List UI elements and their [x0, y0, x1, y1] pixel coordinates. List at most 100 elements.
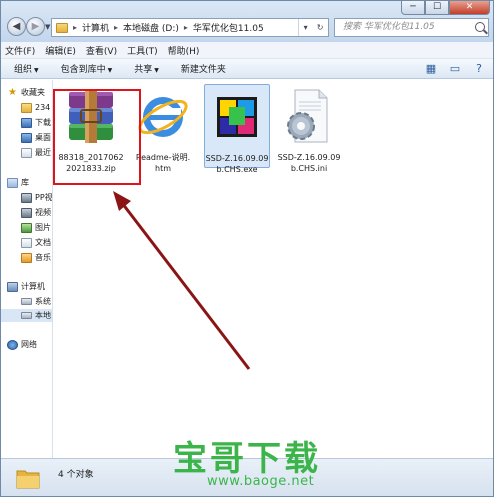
nav-item-label: 图片 [35, 223, 51, 232]
nav-videos[interactable]: 视频 [21, 206, 51, 219]
nav-pictures[interactable]: 图片 [21, 221, 51, 234]
maximize-button[interactable]: ☐ [425, 1, 449, 15]
address-actions: ▾ ↻ [298, 19, 328, 36]
help-icon[interactable]: ? [471, 61, 487, 76]
view-options-icon[interactable]: ▦ [423, 61, 439, 76]
menu-edit[interactable]: 编辑(E) [45, 44, 76, 57]
preview-pane-icon[interactable]: ▭ [447, 61, 463, 76]
refresh-icon[interactable]: ↻ [317, 23, 324, 32]
nav-item-label: PP视 [35, 193, 53, 202]
library-icon [7, 177, 18, 188]
menu-file[interactable]: 文件(F) [5, 44, 35, 57]
breadcrumb-local-disk[interactable]: 本地磁盘 (D:) [123, 21, 179, 34]
ssd-z-app-icon [217, 97, 257, 137]
file-name-line: Readme-说明. [135, 153, 191, 162]
internet-explorer-icon [138, 97, 188, 137]
menu-help[interactable]: 帮助(H) [168, 44, 200, 57]
breadcrumb-separator[interactable]: ▸ [73, 23, 77, 32]
file-item-ini[interactable]: SSD-Z.16.09.09 b.CHS.ini [276, 86, 342, 174]
chevron-down-icon: ▼ [107, 67, 113, 74]
window-controls: ─ ☐ ✕ [401, 1, 490, 15]
nav-favorites[interactable]: ★ 收藏夹 [7, 86, 45, 99]
chevron-down-icon: ▼ [34, 67, 39, 74]
nav-item-label: 本地 [35, 311, 51, 320]
address-strip: ◀ ▶ ▼ ▸ 计算机 ▸ 本地磁盘 (D:) ▸ 华军优化包11.05 ▾ ↻… [1, 1, 493, 42]
nav-fav-item[interactable]: 234 [21, 101, 50, 114]
menu-view[interactable]: 查看(V) [86, 44, 117, 57]
share-button[interactable]: 共享 ▼ [134, 62, 159, 75]
menu-tools[interactable]: 工具(T) [127, 44, 158, 57]
music-library-icon [21, 252, 32, 263]
computer-icon [7, 281, 18, 292]
include-in-library-button[interactable]: 包含到库中 ▼ [61, 62, 113, 75]
folder-icon [21, 102, 32, 113]
breadcrumb-computer[interactable]: 计算机 [82, 21, 109, 34]
nav-favorites-label: 收藏夹 [21, 88, 45, 97]
back-button[interactable]: ◀ [7, 17, 26, 36]
recent-places-icon [21, 147, 32, 158]
explorer-window: ◀ ▶ ▼ ▸ 计算机 ▸ 本地磁盘 (D:) ▸ 华军优化包11.05 ▾ ↻… [0, 0, 494, 497]
organize-label: 组织 [14, 65, 33, 75]
video-library-icon [21, 192, 32, 203]
address-bar[interactable]: ▸ 计算机 ▸ 本地磁盘 (D:) ▸ 华军优化包11.05 ▾ ↻ [51, 18, 329, 37]
view-controls: ▦ ▭ ? [423, 61, 487, 76]
close-button[interactable]: ✕ [449, 1, 490, 15]
hard-drive-icon [21, 298, 32, 305]
hard-drive-icon [21, 312, 32, 319]
menu-bar: 文件(F) 编辑(E) 查看(V) 工具(T) 帮助(H) [1, 42, 493, 59]
search-input[interactable]: 搜索 华军优化包11.05 [334, 18, 489, 37]
nav-music[interactable]: 音乐 [21, 251, 51, 264]
file-name: SSD-Z.16.09.09 b.CHS.ini [276, 152, 342, 174]
file-name-line: b.CHS.ini [290, 164, 328, 173]
nav-system-drive[interactable]: 系统 [21, 295, 51, 308]
ini-settings-file-icon [287, 89, 328, 143]
nav-computer[interactable]: 计算机 [7, 280, 45, 293]
item-count: 4 个对象 [58, 470, 94, 480]
file-item-exe[interactable]: SSD-Z.16.09.09 b.CHS.exe [204, 84, 270, 174]
nav-recent[interactable]: 最近 [21, 146, 51, 159]
nav-item-label: 系统 [35, 297, 51, 306]
nav-local-disk[interactable]: 本地 [1, 309, 52, 322]
nav-item-label: 234 [35, 103, 51, 112]
file-name-line: htm [155, 164, 171, 173]
nav-network[interactable]: 网络 [7, 338, 37, 351]
nav-documents[interactable]: 文档 [21, 236, 51, 249]
minimize-button[interactable]: ─ [401, 1, 425, 15]
organize-button[interactable]: 组织 ▼ [14, 62, 39, 75]
nav-libraries[interactable]: 库 [7, 176, 29, 189]
breadcrumb-separator[interactable]: ▸ [184, 23, 188, 32]
nav-computer-label: 计算机 [21, 282, 45, 291]
breadcrumb-current-folder[interactable]: 华军优化包11.05 [193, 21, 264, 34]
recent-pages-dropdown-icon[interactable]: ▼ [45, 23, 50, 31]
folder-icon [16, 470, 40, 489]
nav-item-label: 桌面 [35, 133, 51, 142]
highlight-box [53, 89, 141, 185]
desktop-icon [21, 132, 32, 143]
search-icon[interactable] [475, 22, 485, 32]
pictures-library-icon [21, 222, 32, 233]
new-folder-button[interactable]: 新建文件夹 [181, 62, 226, 75]
nav-pp-video[interactable]: PP视 [21, 191, 53, 204]
nav-desktop[interactable]: 桌面 [21, 131, 51, 144]
include-in-library-label: 包含到库中 [60, 65, 106, 75]
forward-button[interactable]: ▶ [26, 17, 45, 36]
share-label: 共享 [134, 65, 153, 75]
watermark-logo: 宝哥下载 [173, 439, 321, 479]
navigation-pane: ★ 收藏夹 234 下载 桌面 最近 库 PP视 视频 图片 文档 音乐 计算机… [1, 80, 53, 458]
nav-downloads[interactable]: 下载 [21, 116, 51, 129]
network-icon [7, 339, 18, 350]
breadcrumb-separator[interactable]: ▸ [114, 23, 118, 32]
nav-item-label: 视频 [35, 208, 51, 217]
nav-item-label: 最近 [35, 148, 51, 157]
file-name-line: SSD-Z.16.09.09 [205, 154, 269, 163]
nav-network-label: 网络 [21, 340, 37, 349]
downloads-folder-icon [21, 117, 32, 128]
address-dropdown-icon[interactable]: ▾ [304, 23, 308, 32]
nav-libraries-label: 库 [21, 178, 29, 187]
file-name: SSD-Z.16.09.09 b.CHS.exe [205, 153, 269, 175]
folder-icon [56, 22, 68, 33]
chevron-down-icon: ▼ [154, 67, 159, 74]
watermark-url: www.baoge.net [207, 474, 315, 489]
nav-item-label: 文档 [35, 238, 51, 247]
nav-item-label: 音乐 [35, 253, 51, 262]
